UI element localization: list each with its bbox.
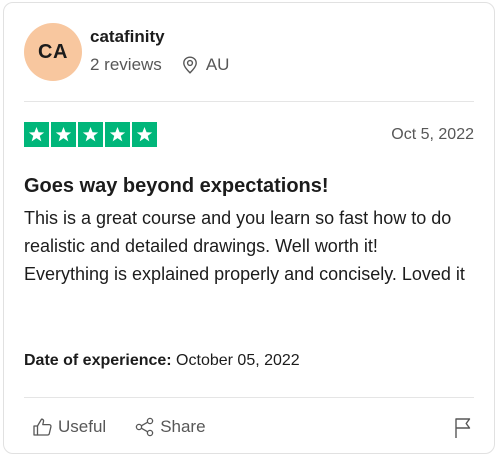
star-rating xyxy=(24,122,157,147)
star-icon xyxy=(55,126,72,142)
location-pin-icon xyxy=(182,56,197,74)
thumbs-up-icon xyxy=(33,418,52,436)
rating-star xyxy=(24,122,49,147)
review-paragraph: This is a great course and you learn so … xyxy=(24,208,452,256)
rating-star xyxy=(132,122,157,147)
share-icon xyxy=(135,417,154,437)
review-date: Oct 5, 2022 xyxy=(391,126,474,143)
reviews-count: 2 reviews xyxy=(90,55,162,74)
share-label: Share xyxy=(160,417,206,436)
review-card: CA catafinity 2 reviews AU Oct 5, 2022 G… xyxy=(3,2,495,454)
star-icon xyxy=(109,126,126,142)
experience-label: Date of experience: xyxy=(24,352,172,369)
rating-star xyxy=(105,122,130,147)
header-divider xyxy=(24,101,474,102)
review-actions: Useful Share xyxy=(32,417,234,437)
review-body: This is a great course and you learn so … xyxy=(24,204,484,288)
star-icon xyxy=(136,126,153,142)
experience-date: October 05, 2022 xyxy=(171,352,300,369)
star-icon xyxy=(28,126,45,142)
report-button[interactable] xyxy=(454,417,472,444)
location-text: AU xyxy=(205,55,230,74)
review-paragraph: Everything is explained properly and con… xyxy=(24,264,465,284)
footer-divider xyxy=(24,397,474,398)
flag-icon xyxy=(455,418,471,438)
rating-star xyxy=(78,122,103,147)
star-icon xyxy=(82,126,99,142)
review-title[interactable]: Goes way beyond expectations! xyxy=(24,175,329,198)
reviewer-location: AU xyxy=(182,55,230,75)
reviewer-name[interactable]: catafinity xyxy=(90,27,165,47)
useful-label: Useful xyxy=(58,417,107,436)
useful-button[interactable]: Useful xyxy=(32,417,106,437)
date-of-experience: Date of experience: October 05, 2022 xyxy=(24,352,300,370)
avatar[interactable]: CA xyxy=(24,23,82,81)
rating-star xyxy=(51,122,76,147)
reviewer-meta: 2 reviews AU xyxy=(90,55,229,75)
share-button[interactable]: Share xyxy=(134,417,206,437)
